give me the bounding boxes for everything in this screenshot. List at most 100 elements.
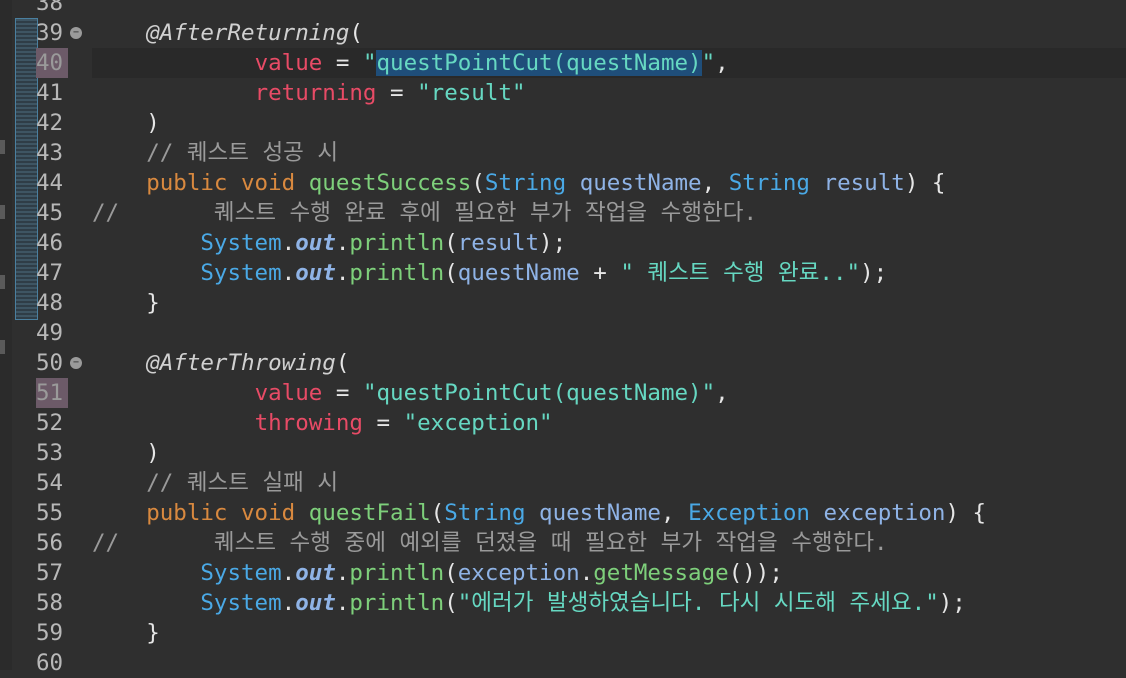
parameter-name: questName — [579, 170, 702, 196]
code-line-50: @AfterThrowing( — [92, 348, 349, 378]
comment: // 퀘스트 수행 완료 후에 필요한 부가 작업을 수행한다. — [92, 200, 757, 226]
annotation: @AfterThrowing — [146, 350, 336, 376]
line-number-gutter[interactable]: 38 39 40 41 42 43 44 45 46 47 48 49 50 5… — [36, 0, 92, 676]
line-number: 42 — [36, 110, 64, 136]
punctuation: ); — [938, 590, 966, 616]
code-line-59: } — [92, 618, 160, 648]
string-literal: "exception" — [403, 410, 553, 436]
code-line-53: ) — [92, 438, 160, 468]
type-name: System — [200, 260, 282, 286]
attribute-name: throwing — [254, 410, 363, 436]
parameter-name: questName — [539, 500, 661, 526]
comment: // 퀘스트 성공 시 — [146, 140, 339, 166]
keyword: void — [241, 500, 296, 526]
operator: = — [376, 80, 418, 106]
type-name: String — [484, 170, 567, 196]
line-number: 47 — [36, 260, 64, 286]
method-name: println — [349, 590, 445, 616]
string-quote: " — [362, 50, 377, 76]
line-number: 55 — [36, 500, 64, 526]
code-line-52: throwing = "exception" — [92, 408, 553, 438]
type-name: System — [200, 590, 282, 616]
punctuation: ( — [335, 350, 350, 376]
line-number: 56 — [36, 530, 64, 556]
punctuation: } — [146, 620, 160, 646]
punctuation: ( — [471, 170, 485, 196]
attribute-name: value — [254, 380, 323, 406]
punctuation: ( — [349, 20, 363, 46]
strip-marker — [0, 275, 5, 289]
punctuation: ()); — [728, 560, 783, 586]
code-line-58: System.out.println("에러가 발생하였습니다. 다시 시도해 … — [92, 588, 966, 618]
operator: = — [322, 50, 363, 76]
punctuation: ( — [444, 560, 458, 586]
strip-marker — [0, 140, 5, 154]
punctuation: . — [335, 230, 350, 256]
operator: = — [362, 410, 404, 436]
attribute-name: returning — [254, 80, 377, 106]
line-number: 50 — [36, 350, 64, 376]
code-line-48: } — [92, 288, 160, 318]
punctuation: . — [335, 560, 350, 586]
punctuation: , — [715, 50, 729, 76]
code-line-56: // 퀘스트 수행 중에 예외를 던졌을 때 필요한 부가 작업을 수행한다. — [92, 528, 888, 558]
method-name: questSuccess — [308, 170, 472, 196]
punctuation: ) — [146, 440, 160, 466]
code-line-45: // 퀘스트 수행 완료 후에 필요한 부가 작업을 수행한다. — [92, 198, 757, 228]
string-literal: " 퀘스트 수행 완료.." — [620, 260, 861, 286]
punctuation: ( — [430, 500, 445, 526]
line-number: 52 — [36, 410, 64, 436]
line-number: 49 — [36, 320, 64, 346]
punctuation: ) — [146, 110, 160, 136]
code-line-55: public void questFail(String questName, … — [92, 498, 986, 528]
punctuation: } — [146, 290, 160, 316]
minus-icon[interactable]: − — [70, 27, 82, 39]
type-name: System — [200, 230, 282, 256]
code-line-57: System.out.println(exception.getMessage(… — [92, 558, 783, 588]
punctuation: . — [281, 230, 296, 256]
code-line-47: System.out.println(questName + " 퀘스트 수행 … — [92, 258, 887, 288]
static-field: out — [295, 590, 336, 616]
static-field: out — [295, 560, 336, 586]
line-number: 53 — [36, 440, 64, 466]
static-field: out — [295, 230, 336, 256]
line-number: 46 — [36, 230, 64, 256]
type-name: String — [728, 170, 810, 196]
line-number: 43 — [36, 140, 64, 166]
punctuation: . — [579, 560, 594, 586]
punctuation: , — [701, 170, 729, 196]
line-number: 40 — [36, 48, 68, 78]
line-number: 60 — [36, 650, 64, 676]
code-line-46: System.out.println(result); — [92, 228, 566, 258]
punctuation: . — [281, 260, 296, 286]
keyword: void — [241, 170, 296, 196]
code-line-51: value = "questPointCut(questName)", — [92, 378, 729, 408]
static-field: out — [295, 260, 336, 286]
parameter-name: questName — [457, 260, 580, 286]
type-name: System — [200, 560, 282, 586]
line-number: 39 — [36, 20, 64, 46]
code-line-44: public void questSuccess(String questNam… — [92, 168, 945, 198]
line-number: 51 — [36, 378, 68, 408]
line-number: 54 — [36, 470, 64, 496]
parameter-name: exception — [823, 500, 946, 526]
method-name: println — [349, 560, 445, 586]
code-line-42: ) — [92, 108, 160, 138]
selected-text[interactable]: questPointCut(questName) — [376, 50, 702, 76]
punctuation: . — [335, 260, 350, 286]
keyword: public — [146, 500, 228, 526]
string-quote: " — [701, 50, 716, 76]
keyword: public — [146, 170, 228, 196]
line-number: 58 — [36, 590, 64, 616]
type-name: String — [444, 500, 526, 526]
string-literal: "result" — [417, 80, 526, 106]
line-number: 59 — [36, 620, 64, 646]
method-name: println — [349, 260, 445, 286]
operator: + — [579, 260, 621, 286]
punctuation: ( — [444, 590, 458, 616]
minus-icon[interactable]: − — [70, 357, 82, 369]
change-indicator-bar[interactable] — [15, 18, 38, 320]
punctuation: ( — [444, 260, 458, 286]
code-line-41: returning = "result" — [92, 78, 526, 108]
string-literal: "questPointCut(questName)" — [362, 380, 716, 406]
